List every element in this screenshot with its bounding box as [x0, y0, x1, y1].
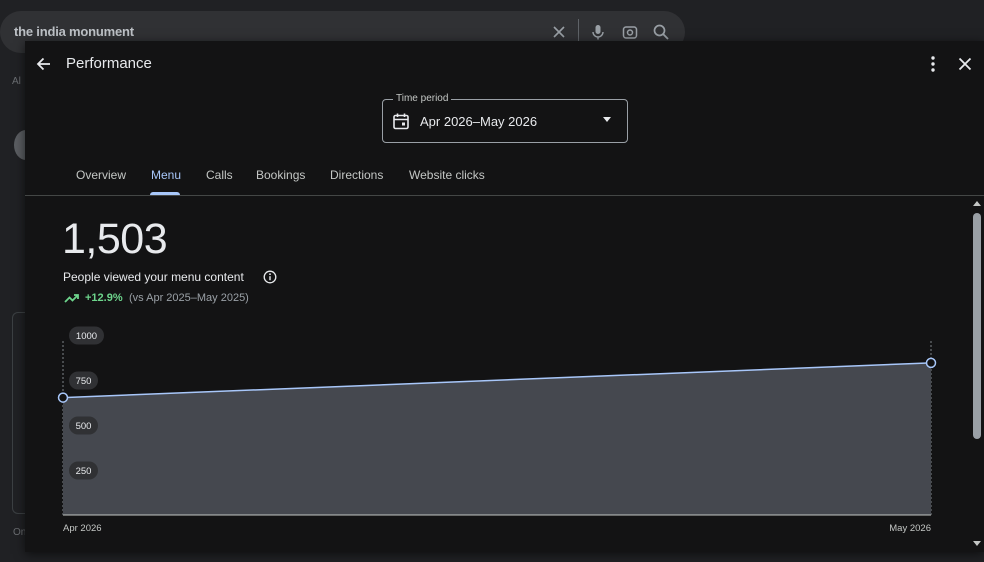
y-tick-label: 1000 — [76, 331, 97, 342]
scroll-up-arrow-icon[interactable] — [973, 201, 981, 206]
background-search-query: the india monument — [14, 24, 134, 39]
metric-total: 1,503 — [62, 215, 168, 263]
search-icon[interactable] — [652, 23, 670, 41]
menu-views-chart: 250 500 750 1000 Apr 2026 May 2026 — [57, 326, 937, 534]
tab-menu[interactable]: Menu — [151, 168, 181, 182]
scroll-down-arrow-icon[interactable] — [973, 541, 981, 546]
time-period-label: Time period — [393, 93, 452, 104]
tab-calls[interactable]: Calls — [206, 168, 233, 182]
metric-comparison: (vs Apr 2025–May 2025) — [129, 292, 249, 304]
back-arrow-icon[interactable] — [34, 54, 54, 74]
dropdown-arrow-icon — [603, 117, 611, 122]
trending-up-icon — [64, 294, 79, 303]
scrollbar[interactable] — [970, 196, 984, 552]
scrollbar-thumb[interactable] — [973, 213, 981, 439]
microphone-icon[interactable] — [589, 23, 607, 41]
chart-point — [925, 357, 937, 369]
y-tick-label: 250 — [76, 466, 92, 477]
info-icon[interactable] — [263, 270, 277, 284]
metric-label: People viewed your menu content — [63, 270, 244, 284]
close-icon[interactable] — [955, 54, 975, 74]
tab-overview[interactable]: Overview — [76, 168, 126, 182]
active-tab-indicator — [150, 192, 180, 195]
y-tick-label: 750 — [76, 376, 92, 387]
x-tick-label: May 2026 — [889, 523, 931, 534]
tab-website-clicks[interactable]: Website clicks — [409, 168, 485, 182]
chart-point — [57, 392, 69, 403]
time-period-select[interactable]: Time period Apr 2026–May 2026 — [382, 93, 628, 143]
metric-tabs: Overview Menu Calls Bookings Directions … — [25, 165, 984, 196]
calendar-icon — [393, 113, 409, 130]
chart-area — [63, 362, 931, 515]
lens-icon[interactable] — [621, 23, 639, 41]
performance-dialog: Performance Time period Apr 2026–May 202… — [25, 41, 984, 552]
more-options-icon[interactable] — [923, 54, 943, 74]
x-tick-label: Apr 2026 — [63, 523, 102, 534]
time-period-value: Apr 2026–May 2026 — [420, 114, 538, 129]
tab-bookings[interactable]: Bookings — [256, 168, 305, 182]
tab-directions[interactable]: Directions — [330, 168, 383, 182]
metric-change: +12.9% — [85, 292, 123, 304]
dialog-title: Performance — [66, 55, 152, 72]
background-tab-label: Al — [12, 76, 21, 87]
y-tick-label: 500 — [76, 421, 92, 432]
clear-icon[interactable] — [550, 23, 568, 41]
